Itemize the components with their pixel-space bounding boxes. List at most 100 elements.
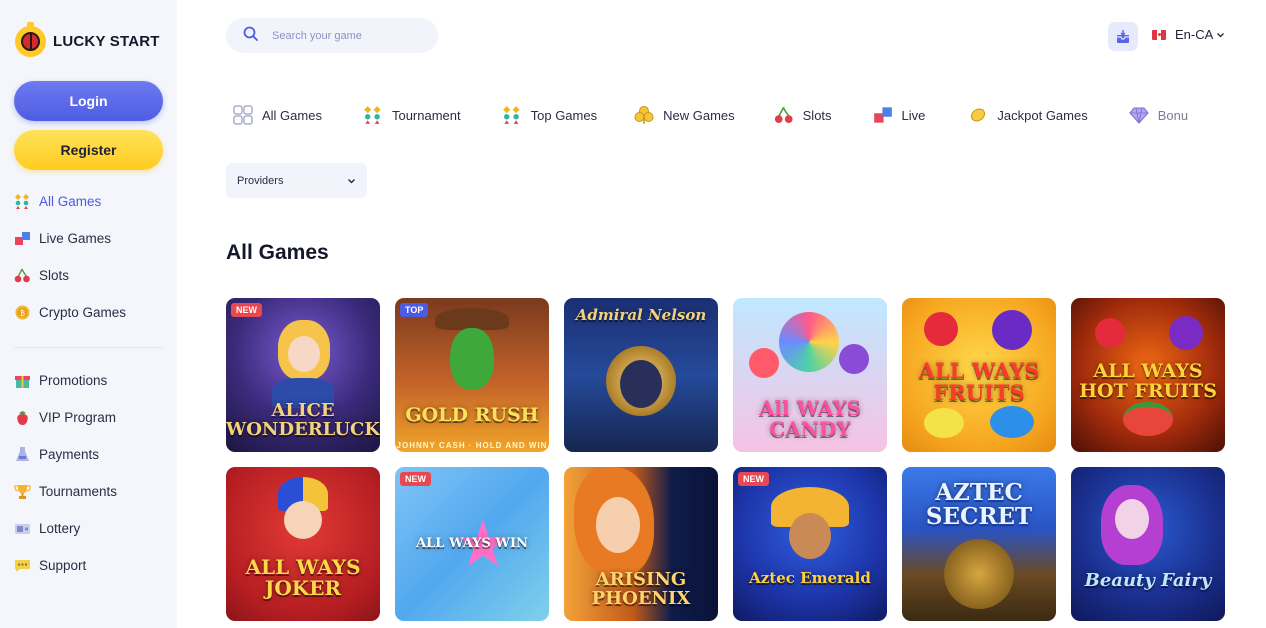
games-grid: NEW ALICE WONDERLUCK TOP GOLD RUSH JOHNN…: [226, 298, 1225, 621]
clover-icon: [633, 104, 655, 126]
sidebar-item-label: Live Games: [39, 231, 112, 246]
game-tile[interactable]: NEW ALL WAYS WIN: [395, 467, 549, 621]
game-title: Aztec Emerald: [749, 569, 871, 588]
gift-icon: [14, 372, 31, 389]
game-tile[interactable]: AZTEC SECRET: [902, 467, 1056, 621]
sidebar-item-label: Lottery: [39, 521, 81, 536]
providers-dropdown[interactable]: Providers: [226, 163, 367, 198]
brand-name: LUCKY START: [53, 33, 160, 50]
game-badge: TOP: [400, 303, 429, 317]
tab-label: Live: [901, 107, 926, 123]
grid-icon: [232, 104, 254, 126]
tab-slots[interactable]: Slots: [773, 104, 832, 126]
tab-label: Top Games: [530, 107, 598, 123]
game-title: Beauty Fairy: [1084, 570, 1212, 592]
ticket-icon: [14, 520, 31, 537]
game-tile[interactable]: All WAYS CANDY: [733, 298, 887, 452]
category-tabs: All Games Tournament Top Games New Games…: [226, 102, 1200, 128]
sidebar-item-tournaments[interactable]: Tournaments: [0, 473, 177, 510]
game-title: ALL WAYS HOT FRUITS: [1079, 360, 1217, 403]
sidebar-item-all-games[interactable]: All Games: [0, 183, 177, 220]
sidebar-divider: [14, 347, 163, 348]
tab-new-games[interactable]: New Games: [633, 104, 735, 126]
search-bar[interactable]: [226, 18, 438, 53]
tab-label: Slots: [802, 107, 832, 123]
game-subtitle: JOHNNY CASH · HOLD AND WIN: [396, 441, 548, 450]
sidebar: LUCKY START Login Register All Games Liv…: [0, 0, 177, 628]
game-badge: NEW: [738, 472, 769, 486]
sidebar-item-crypto-games[interactable]: ₿ Crypto Games: [0, 294, 177, 331]
tab-label: All Games: [262, 107, 322, 123]
game-title: ARISING PHOENIX: [591, 569, 691, 610]
payments-icon: [14, 446, 31, 463]
game-title: ALL WAYS WIN: [416, 536, 528, 552]
tab-label: Bonu: [1157, 107, 1189, 123]
sidebar-item-label: VIP Program: [39, 410, 117, 425]
game-badge: NEW: [400, 472, 431, 486]
sidebar-item-promotions[interactable]: Promotions: [0, 362, 177, 399]
cherries-icon: [14, 267, 31, 284]
sidebar-item-payments[interactable]: Payments: [0, 436, 177, 473]
game-tile[interactable]: ALL WAYS FRUITS: [902, 298, 1056, 452]
trophy-icon: [14, 483, 31, 500]
sidebar-item-label: Tournaments: [39, 484, 118, 499]
cherries-icon: [773, 104, 795, 126]
tab-label: Jackpot Games: [997, 107, 1088, 123]
game-tile[interactable]: ALL WAYS JOKER: [226, 467, 380, 621]
game-tile[interactable]: TOP GOLD RUSH JOHNNY CASH · HOLD AND WIN: [395, 298, 549, 452]
sidebar-item-vip-program[interactable]: VIP Program: [0, 399, 177, 436]
game-title: ALL WAYS JOKER: [245, 555, 361, 600]
game-title: Admiral Nelson: [575, 306, 707, 324]
gems-icon: [14, 193, 31, 210]
game-title: ALL WAYS FRUITS: [918, 357, 1040, 405]
login-button[interactable]: Login: [14, 81, 163, 121]
game-tile[interactable]: ARISING PHOENIX: [564, 467, 718, 621]
inbox-button[interactable]: [1108, 22, 1138, 51]
game-title: All WAYS CANDY: [758, 396, 862, 441]
sidebar-item-label: Payments: [39, 447, 100, 462]
game-title: ALICE WONDERLUCK: [226, 400, 380, 441]
sidebar-item-lottery[interactable]: Lottery: [0, 510, 177, 547]
search-input[interactable]: [272, 29, 422, 42]
sidebar-secondary-nav: Promotions VIP Program Payments Tourname…: [0, 362, 177, 584]
tab-label: Tournament: [391, 107, 461, 123]
live-icon: [872, 104, 894, 126]
tab-bonus[interactable]: Bonu: [1128, 104, 1188, 126]
sidebar-item-label: Promotions: [39, 373, 108, 388]
live-icon: [14, 230, 31, 247]
svg-text:₿: ₿: [20, 310, 25, 318]
gems-icon: [362, 104, 384, 126]
sidebar-item-slots[interactable]: Slots: [0, 257, 177, 294]
sidebar-item-support[interactable]: Support: [0, 547, 177, 584]
coin-icon: ₿: [14, 304, 31, 321]
chevron-down-icon: [348, 178, 355, 183]
register-button[interactable]: Register: [14, 130, 163, 170]
brand-logo[interactable]: LUCKY START: [15, 22, 160, 57]
sidebar-item-live-games[interactable]: Live Games: [0, 220, 177, 257]
diamond-icon: [1128, 104, 1150, 126]
canada-flag-icon: [1152, 29, 1166, 40]
chat-icon: [14, 557, 31, 574]
tab-label: New Games: [663, 107, 735, 123]
game-tile[interactable]: NEW Aztec Emerald: [733, 467, 887, 621]
strawberry-icon: [14, 409, 31, 426]
inbox-icon: [1117, 29, 1129, 43]
section-title: All Games: [226, 241, 329, 264]
tab-jackpot-games[interactable]: Jackpot Games: [967, 104, 1088, 126]
chevron-down-icon: [1217, 32, 1225, 37]
game-tile[interactable]: ALL WAYS HOT FRUITS: [1071, 298, 1225, 452]
game-badge: NEW: [231, 303, 262, 317]
game-tile[interactable]: Beauty Fairy: [1071, 467, 1225, 621]
tab-tournament[interactable]: Tournament: [362, 104, 461, 126]
sidebar-item-label: Slots: [39, 268, 70, 283]
tab-top-games[interactable]: Top Games: [501, 104, 597, 126]
tab-live[interactable]: Live: [872, 104, 926, 126]
providers-label: Providers: [237, 174, 284, 187]
ladybug-logo-icon: [15, 22, 46, 57]
sidebar-item-label: Support: [39, 558, 87, 573]
sidebar-item-label: Crypto Games: [39, 305, 127, 320]
language-selector[interactable]: En-CA: [1152, 27, 1225, 42]
game-tile[interactable]: NEW ALICE WONDERLUCK: [226, 298, 380, 452]
tab-all-games[interactable]: All Games: [232, 104, 322, 126]
game-tile[interactable]: Admiral Nelson: [564, 298, 718, 452]
